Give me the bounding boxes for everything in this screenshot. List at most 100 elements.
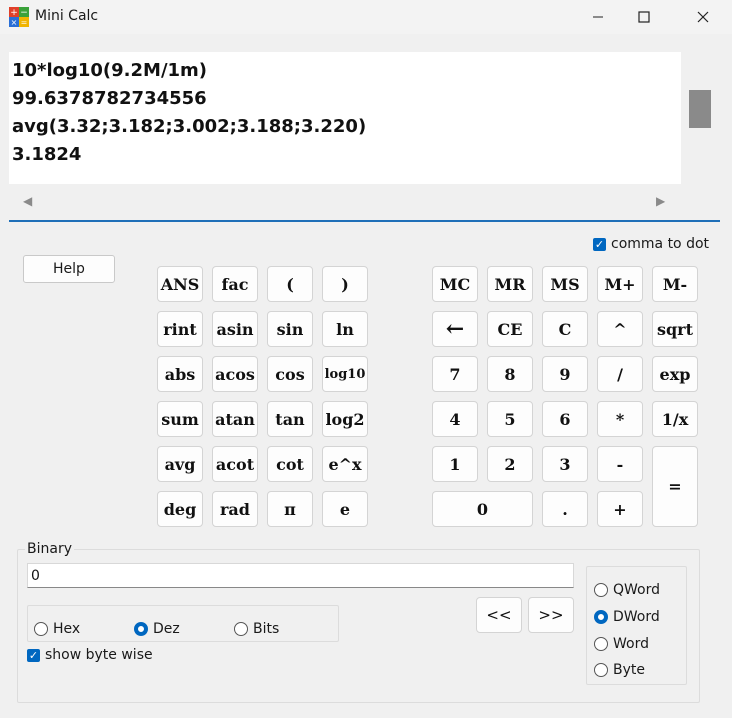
scroll-right-arrow-icon[interactable]: ▶	[656, 194, 665, 208]
vertical-scroll-thumb[interactable]	[689, 90, 711, 128]
show-byte-wise-label: show byte wise	[45, 647, 153, 663]
key-ans[interactable]: ANS	[157, 266, 203, 302]
svg-text:−: −	[20, 8, 28, 18]
key-log10[interactable]: log10	[322, 356, 368, 392]
key-mc[interactable]: MC	[432, 266, 478, 302]
binary-value-field[interactable]: 0	[27, 563, 574, 588]
key-4[interactable]: 4	[432, 401, 478, 437]
key-9[interactable]: 9	[542, 356, 588, 392]
radio-circle	[234, 622, 248, 636]
radio-bits-label: Bits	[253, 621, 280, 637]
radio-byte-label: Byte	[613, 662, 645, 678]
key-sum[interactable]: sum	[157, 401, 203, 437]
key-ln[interactable]: ln	[322, 311, 368, 347]
key-e-pow-x[interactable]: e^x	[322, 446, 368, 482]
key-asin[interactable]: asin	[212, 311, 258, 347]
radio-circle	[34, 622, 48, 636]
key-minus[interactable]: -	[597, 446, 643, 482]
key-atan[interactable]: atan	[212, 401, 258, 437]
key-reciprocal[interactable]: 1/x	[652, 401, 698, 437]
key-tan[interactable]: tan	[267, 401, 313, 437]
calculator-app-icon: + − × =	[9, 7, 29, 27]
maximize-icon	[638, 11, 650, 23]
radio-hex-label: Hex	[53, 621, 81, 637]
svg-text:+: +	[10, 8, 18, 18]
key-5[interactable]: 5	[487, 401, 533, 437]
key-rad[interactable]: rad	[212, 491, 258, 527]
key-acos[interactable]: acos	[212, 356, 258, 392]
display-line: 10*log10(9.2M/1m)	[12, 60, 208, 81]
checkmark-icon: ✓	[593, 237, 606, 251]
horizontal-scrollbar[interactable]: ◀ ▶	[9, 184, 720, 220]
comma-to-dot-checkbox[interactable]: ✓ comma to dot	[593, 236, 709, 252]
checkmark-icon: ✓	[27, 648, 40, 662]
radio-dword[interactable]: DWord	[594, 609, 660, 625]
key-e[interactable]: e	[322, 491, 368, 527]
radio-qword[interactable]: QWord	[594, 582, 660, 598]
display-line: 99.6378782734556	[12, 88, 207, 109]
key-cot[interactable]: cot	[267, 446, 313, 482]
key-fac[interactable]: fac	[212, 266, 258, 302]
key-abs[interactable]: abs	[157, 356, 203, 392]
close-button[interactable]	[680, 0, 726, 34]
result-display[interactable]: 10*log10(9.2M/1m) 99.6378782734556 avg(3…	[9, 52, 720, 222]
scroll-left-arrow-icon[interactable]: ◀	[23, 194, 32, 208]
key-m-minus[interactable]: M-	[652, 266, 698, 302]
key-mr[interactable]: MR	[487, 266, 533, 302]
key-acot[interactable]: acot	[212, 446, 258, 482]
help-button[interactable]: Help	[23, 255, 115, 283]
title-bar: + − × = Mini Calc	[0, 0, 732, 34]
key-rint[interactable]: rint	[157, 311, 203, 347]
binary-group-label: Binary	[25, 541, 74, 557]
minimize-button[interactable]	[575, 0, 621, 34]
radio-circle	[594, 637, 608, 651]
minimize-icon	[593, 16, 603, 18]
key-c[interactable]: C	[542, 311, 588, 347]
key-0[interactable]: 0	[432, 491, 533, 527]
radio-circle	[594, 663, 608, 677]
radio-dez[interactable]: Dez	[134, 621, 180, 637]
key-backspace[interactable]: ←	[432, 311, 478, 347]
key-cos[interactable]: cos	[267, 356, 313, 392]
radio-dword-label: DWord	[613, 609, 660, 625]
show-byte-wise-checkbox[interactable]: ✓ show byte wise	[27, 647, 153, 663]
key-sin[interactable]: sin	[267, 311, 313, 347]
key-avg[interactable]: avg	[157, 446, 203, 482]
display-text-area[interactable]: 10*log10(9.2M/1m) 99.6378782734556 avg(3…	[12, 57, 677, 185]
key-2[interactable]: 2	[487, 446, 533, 482]
radio-hex[interactable]: Hex	[34, 621, 80, 637]
key-1[interactable]: 1	[432, 446, 478, 482]
radio-bits[interactable]: Bits	[234, 621, 279, 637]
key-7[interactable]: 7	[432, 356, 478, 392]
shift-right-button[interactable]: >>	[528, 597, 574, 633]
key-ms[interactable]: MS	[542, 266, 588, 302]
key-6[interactable]: 6	[542, 401, 588, 437]
radio-byte[interactable]: Byte	[594, 662, 645, 678]
radio-circle	[594, 583, 608, 597]
key-3[interactable]: 3	[542, 446, 588, 482]
key-log2[interactable]: log2	[322, 401, 368, 437]
key-sqrt[interactable]: sqrt	[652, 311, 698, 347]
key-multiply[interactable]: *	[597, 401, 643, 437]
shift-left-button[interactable]: <<	[476, 597, 522, 633]
radio-dez-label: Dez	[153, 621, 180, 637]
key-8[interactable]: 8	[487, 356, 533, 392]
key-open-paren[interactable]: (	[267, 266, 313, 302]
key-decimal[interactable]: .	[542, 491, 588, 527]
key-pi[interactable]: π	[267, 491, 313, 527]
key-m-plus[interactable]: M+	[597, 266, 643, 302]
radio-circle-selected	[134, 622, 148, 636]
vertical-scrollbar[interactable]	[681, 52, 720, 184]
key-exp[interactable]: exp	[652, 356, 698, 392]
key-power[interactable]: ^	[597, 311, 643, 347]
key-equals[interactable]: =	[652, 446, 698, 527]
radio-word[interactable]: Word	[594, 636, 649, 652]
svg-text:=: =	[21, 18, 28, 27]
key-close-paren[interactable]: )	[322, 266, 368, 302]
key-ce[interactable]: CE	[487, 311, 533, 347]
key-plus[interactable]: +	[597, 491, 643, 527]
maximize-button[interactable]	[621, 0, 667, 34]
key-divide[interactable]: /	[597, 356, 643, 392]
key-deg[interactable]: deg	[157, 491, 203, 527]
display-line: avg(3.32;3.182;3.002;3.188;3.220)	[12, 116, 367, 137]
